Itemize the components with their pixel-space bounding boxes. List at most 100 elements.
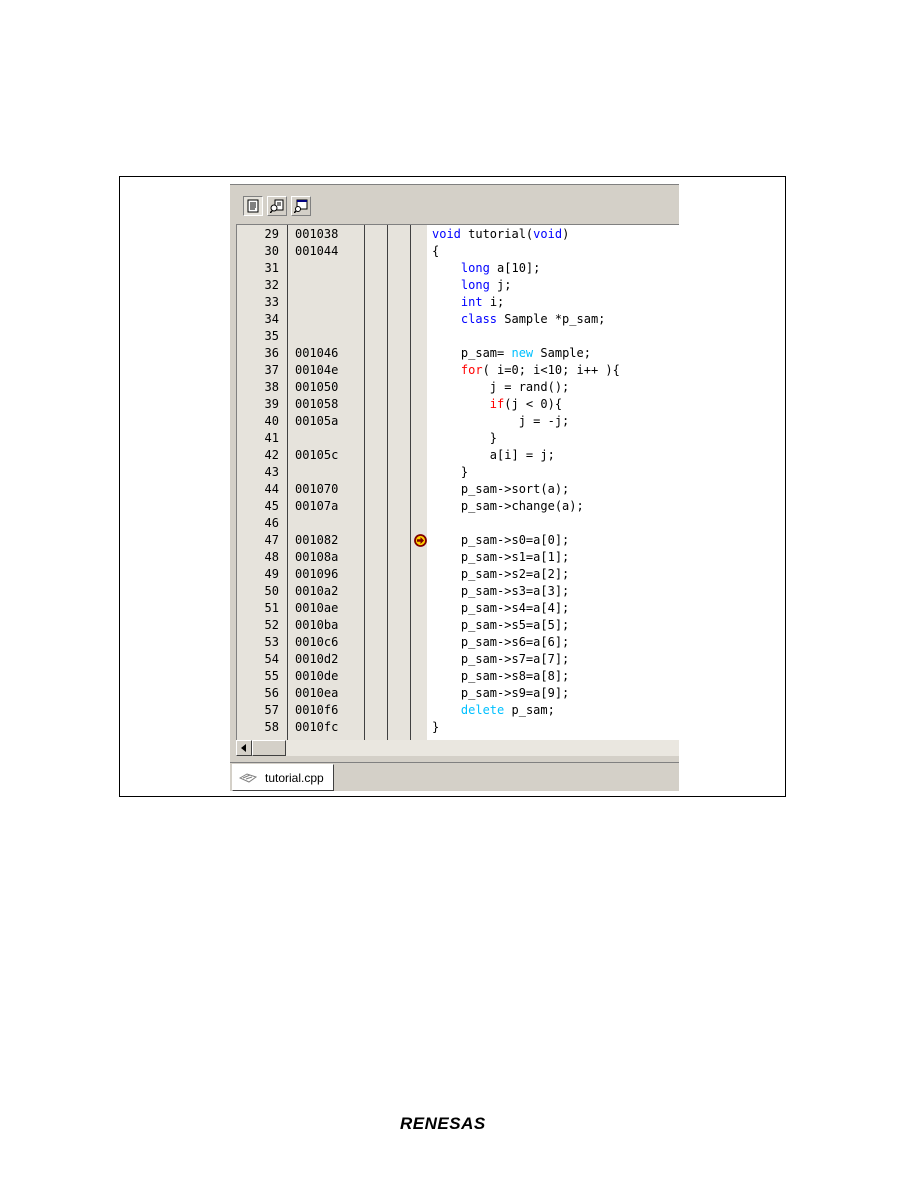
source-text: p_sam= new Sample; [432, 345, 591, 362]
code-line[interactable]: 58 0010fc} [237, 719, 679, 736]
keyword-token: long [460, 278, 490, 292]
source-text: j = -j; [432, 413, 570, 430]
source-text: delete p_sam; [432, 702, 555, 719]
code-line[interactable]: 52 0010ba p_sam->s5=a[5]; [237, 617, 679, 634]
line-number: 56 [264, 686, 279, 700]
disassembly-view-button[interactable] [291, 196, 311, 216]
source-text: class Sample *p_sam; [432, 311, 606, 328]
tab-tutorial-cpp[interactable]: tutorial.cpp [232, 764, 334, 791]
line-number: 46 [264, 516, 279, 530]
keyword-token: for [460, 363, 483, 377]
keyword-token: new [511, 346, 534, 360]
code-line[interactable]: 44 001070 p_sam->sort(a); [237, 481, 679, 498]
keyword-token: delete [460, 703, 505, 717]
source-text: p_sam->s2=a[2]; [432, 566, 569, 583]
source-view-icon [247, 199, 259, 213]
line-address: 0010d2 [295, 652, 339, 666]
scroll-thumb[interactable] [252, 740, 286, 756]
line-address: 0010fc [295, 720, 339, 734]
source-text: } [432, 464, 468, 481]
source-text: for( i=0; i<10; i++ ){ [432, 362, 620, 379]
line-address: 00104e [295, 363, 339, 377]
source-text: p_sam->s7=a[7]; [432, 651, 569, 668]
line-number: 35 [264, 329, 279, 343]
program-counter-arrow-icon [414, 534, 427, 547]
scroll-left-button[interactable] [236, 740, 252, 756]
line-address: 0010de [295, 669, 339, 683]
code-line[interactable]: 38 001050 j = rand(); [237, 379, 679, 396]
code-token: a[i] = j; [432, 448, 555, 462]
source-text: long j; [432, 277, 512, 294]
line-address: 0010f6 [295, 703, 339, 717]
line-number: 38 [264, 380, 279, 394]
code-line[interactable]: 31 long a[10]; [237, 260, 679, 277]
line-number: 44 [264, 482, 279, 496]
code-token: i; [482, 295, 505, 309]
line-address: 0010ea [295, 686, 339, 700]
code-line[interactable]: 39 001058 if(j < 0){ [237, 396, 679, 413]
source-text: p_sam->s1=a[1]; [432, 549, 569, 566]
code-line[interactable]: 34 class Sample *p_sam; [237, 311, 679, 328]
code-line[interactable]: 41 } [237, 430, 679, 447]
line-address: 001082 [295, 533, 339, 547]
source-view-button[interactable] [243, 196, 263, 216]
code-line[interactable]: 45 00107a p_sam->change(a); [237, 498, 679, 515]
code-token: p_sam->s8=a[8]; [432, 669, 570, 683]
code-line[interactable]: 46 [237, 515, 679, 532]
source-text: } [432, 430, 497, 447]
code-line[interactable]: 42 00105c a[i] = j; [237, 447, 679, 464]
line-number: 58 [264, 720, 279, 734]
code-line[interactable]: 51 0010ae p_sam->s4=a[4]; [237, 600, 679, 617]
code-token: Sample *p_sam; [497, 312, 606, 326]
code-line[interactable]: 33 int i; [237, 294, 679, 311]
code-line[interactable]: 56 0010ea p_sam->s9=a[9]; [237, 685, 679, 702]
code-line[interactable]: 57 0010f6 delete p_sam; [237, 702, 679, 719]
code-token: p_sam->change(a); [432, 499, 584, 513]
code-line[interactable]: 49 001096 p_sam->s2=a[2]; [237, 566, 679, 583]
line-address: 001096 [295, 567, 339, 581]
code-line[interactable]: 29 001038 void tutorial(void) [237, 226, 679, 243]
keyword-token: if [489, 397, 505, 411]
code-token: p_sam->s5=a[5]; [432, 618, 570, 632]
code-token: } [432, 465, 469, 479]
source-text: p_sam->s3=a[3]; [432, 583, 569, 600]
code-line[interactable]: 54 0010d2 p_sam->s7=a[7]; [237, 651, 679, 668]
editor-window: 29 001038 void tutorial(void) 30 001044 {31 l… [230, 184, 679, 791]
code-line[interactable]: 35 [237, 328, 679, 345]
code-token: p_sam->s1=a[1]; [432, 550, 570, 564]
keyword-token: long [460, 261, 490, 275]
code-line[interactable]: 30 001044 { [237, 243, 679, 260]
code-line[interactable]: 50 0010a2 p_sam->s3=a[3]; [237, 583, 679, 600]
keyword-token: void [533, 227, 563, 241]
source-text: } [432, 719, 439, 736]
code-line[interactable]: 43 } [237, 464, 679, 481]
code-line[interactable]: 47 001082 p_sam->s0=a[0]; [237, 532, 679, 549]
code-token: j = rand(); [432, 380, 570, 394]
line-number: 47 [264, 533, 279, 547]
line-number: 42 [264, 448, 279, 462]
line-number: 48 [264, 550, 279, 564]
source-code-area[interactable]: 29 001038 void tutorial(void) 30 001044 {31 l… [236, 224, 679, 741]
source-text: void tutorial(void) [432, 226, 569, 243]
code-line[interactable]: 40 00105a j = -j; [237, 413, 679, 430]
line-number: 34 [264, 312, 279, 326]
horizontal-scrollbar[interactable] [236, 740, 679, 756]
code-line[interactable]: 37 00104e for( i=0; i<10; i++ ){ [237, 362, 679, 379]
line-address: 0010ba [295, 618, 339, 632]
source-text: { [432, 243, 439, 260]
line-number: 49 [264, 567, 279, 581]
code-line[interactable]: 53 0010c6 p_sam->s6=a[6]; [237, 634, 679, 651]
code-line[interactable]: 32 long j; [237, 277, 679, 294]
code-line[interactable]: 48 00108a p_sam->s1=a[1]; [237, 549, 679, 566]
source-text: p_sam->change(a); [432, 498, 584, 515]
mixed-view-button[interactable] [267, 196, 287, 216]
source-text: p_sam->s0=a[0]; [432, 532, 569, 549]
mixed-view-icon [270, 199, 284, 213]
code-token: p_sam->sort(a); [432, 482, 570, 496]
line-number: 53 [264, 635, 279, 649]
code-line[interactable]: 55 0010de p_sam->s8=a[8]; [237, 668, 679, 685]
line-address: 00108a [295, 550, 339, 564]
code-line[interactable]: 36 001046 p_sam= new Sample; [237, 345, 679, 362]
